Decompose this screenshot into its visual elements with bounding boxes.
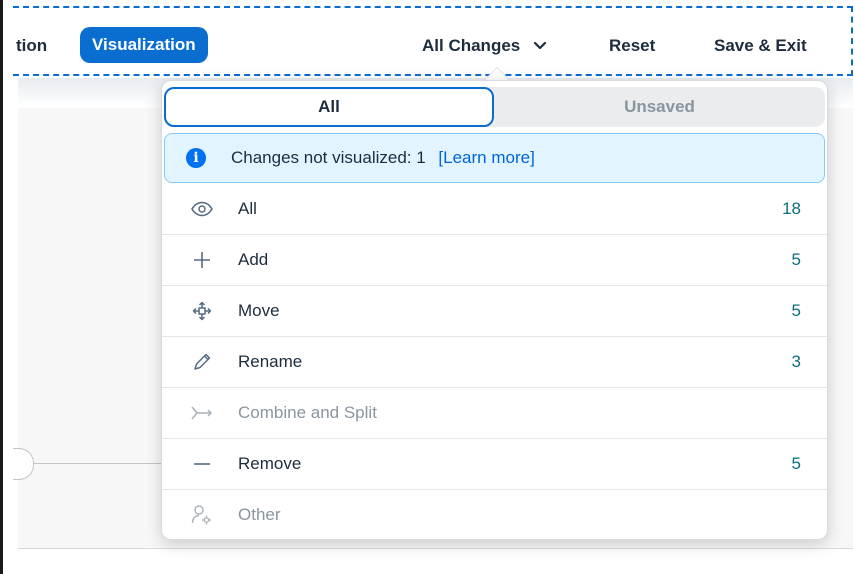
list-item-all[interactable]: All 18 [162, 184, 827, 235]
selection-outline-bottom [13, 74, 853, 76]
list-item-label: Remove [238, 454, 302, 473]
pencil-icon [190, 350, 214, 374]
list-item-count: 18 [782, 199, 801, 218]
all-changes-label: All Changes [422, 36, 521, 55]
list-item-label: Move [238, 301, 280, 320]
list-item-label: Other [238, 505, 281, 524]
info-text: Changes not visualized: 1 [Learn more] [231, 148, 535, 168]
tab-visualization[interactable]: Visualization [80, 27, 208, 63]
info-message-strip: i Changes not visualized: 1 [Learn more] [164, 133, 825, 183]
all-changes-popover: All Unsaved i Changes not visualized: 1 … [161, 80, 828, 540]
list-item-add[interactable]: Add 5 [162, 235, 827, 286]
tab-adaptation[interactable]: tion [16, 36, 47, 56]
move-arrows-icon [190, 299, 214, 323]
plus-icon [190, 248, 214, 272]
segment-all[interactable]: All [164, 87, 494, 127]
list-item-count: 5 [791, 454, 801, 473]
selection-outline-top [13, 6, 853, 8]
toolbar: tion Visualization All Changes Reset Sav… [3, 0, 855, 78]
learn-more-link[interactable]: [Learn more] [438, 148, 534, 167]
list-item-count: 3 [791, 352, 801, 371]
list-item-remove[interactable]: Remove 5 [162, 439, 827, 490]
list-item-label: Add [238, 250, 269, 269]
list-item-count: 5 [791, 250, 801, 269]
segment-unsaved[interactable]: Unsaved [494, 87, 825, 127]
minus-icon [190, 452, 214, 476]
all-changes-button[interactable]: All Changes [422, 36, 547, 56]
save-exit-button[interactable]: Save & Exit [714, 36, 807, 56]
list-item-rename[interactable]: Rename 3 [162, 337, 827, 388]
eye-icon [190, 197, 214, 221]
selection-outline-right [851, 6, 853, 76]
list-item-combine-split: Combine and Split [162, 388, 827, 439]
slider-track [33, 463, 163, 464]
info-icon: i [186, 148, 206, 168]
info-message: Changes not visualized: 1 [231, 148, 426, 167]
reset-button[interactable]: Reset [609, 36, 655, 56]
segmented-button: All Unsaved [164, 87, 825, 127]
list-item-label: All [238, 199, 257, 218]
list-item-label: Rename [238, 352, 303, 371]
chevron-down-icon [533, 41, 547, 50]
list-item-count: 5 [791, 301, 801, 320]
person-settings-icon [190, 503, 214, 527]
change-type-list: All 18 Add 5 Move 5 Rename 3 Combine and… [162, 184, 827, 540]
list-item-label: Combine and Split [238, 403, 377, 422]
combine-split-icon [190, 401, 214, 425]
list-item-other: Other [162, 490, 827, 540]
list-item-move[interactable]: Move 5 [162, 286, 827, 337]
